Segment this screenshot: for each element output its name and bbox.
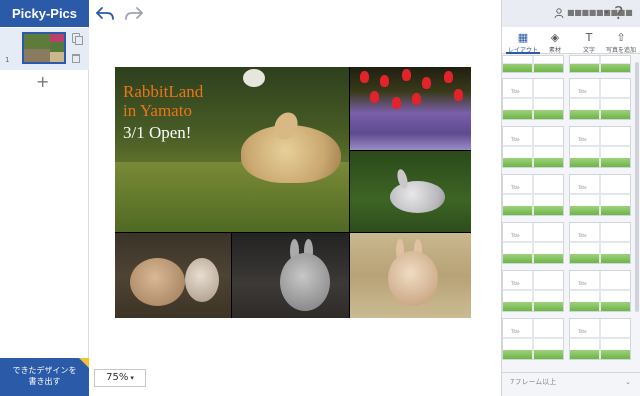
tab-text[interactable]: T 文字 <box>572 27 606 54</box>
tab-add-photo[interactable]: ⇧ 写真を追加 <box>604 27 638 54</box>
upload-icon: ⇧ <box>616 31 626 44</box>
user-icon[interactable] <box>554 8 564 18</box>
headline-line3: 3/1 Open! <box>123 123 192 142</box>
thumb-photo <box>24 49 50 62</box>
layout-template[interactable]: Title <box>569 174 631 216</box>
app-logo: Picky-Pics <box>0 0 89 27</box>
tool-tabs: ▦ レイアウト ◈ 素材 T 文字 ⇧ 写真を追加 <box>502 27 640 54</box>
tulip <box>412 93 421 105</box>
layout-icon: ▦ <box>517 31 529 44</box>
photo-frame-main[interactable]: RabbitLand in Yamato 3/1 Open! <box>115 67 349 232</box>
layout-template[interactable]: Title <box>502 78 564 120</box>
thumb-photo <box>24 34 50 49</box>
layout-template[interactable]: Title <box>502 318 564 360</box>
layout-title-text: Title <box>578 281 587 286</box>
thumb-photo <box>50 52 64 62</box>
tab-label: レイアウト <box>507 47 538 54</box>
text-icon: T <box>585 31 593 44</box>
duplicate-page-icon[interactable] <box>72 33 83 45</box>
layout-template[interactable]: Title <box>569 222 631 264</box>
layout-title-text: Title <box>578 233 587 238</box>
headline-text[interactable]: RabbitLand in Yamato 3/1 Open! <box>123 82 203 142</box>
frames-filter-label: 7フレーム以上 <box>510 378 557 386</box>
thumb-photo <box>50 42 64 52</box>
rabbit-image <box>130 258 185 306</box>
shapes-icon: ◈ <box>550 31 560 44</box>
help-icon[interactable]: ? <box>614 3 624 24</box>
tulip <box>360 71 369 83</box>
layout-title-text: Title <box>511 233 520 238</box>
layout-template[interactable] <box>569 55 631 73</box>
tulip <box>392 97 401 109</box>
export-design-button[interactable]: できたデザインを 書き出す <box>0 358 89 396</box>
layout-title-text: Title <box>578 137 587 142</box>
headline-line1: RabbitLand <box>123 82 204 101</box>
thumb-photo <box>50 34 64 42</box>
export-corner-accent <box>79 358 89 368</box>
layout-template[interactable]: Title <box>569 270 631 312</box>
user-bar: ■■■■■■■■■ ▾ ? <box>502 0 640 27</box>
redo-icon[interactable] <box>124 5 144 21</box>
layout-template[interactable]: Title <box>502 222 564 264</box>
layout-template[interactable] <box>502 55 564 73</box>
rabbit-image <box>185 258 219 302</box>
design-canvas[interactable]: RabbitLand in Yamato 3/1 Open! <box>115 67 471 318</box>
tulip <box>444 71 453 83</box>
headline-line2: in Yamato <box>123 101 192 120</box>
tab-materials[interactable]: ◈ 素材 <box>538 27 572 54</box>
layout-title-text: Title <box>511 137 520 142</box>
right-panel: ■■■■■■■■■ ▾ ? ▦ レイアウト ◈ 素材 T 文字 ⇧ 写真を追加 … <box>501 0 640 396</box>
tulip <box>380 75 389 87</box>
rabbit-image <box>388 251 438 306</box>
layout-title-text: Title <box>578 89 587 94</box>
photo-frame-bottom-left[interactable] <box>115 233 231 318</box>
photo-frame-bottom-middle[interactable] <box>232 233 349 318</box>
tulip <box>454 89 463 101</box>
delete-page-icon[interactable] <box>72 54 80 63</box>
tab-label: 素材 <box>548 47 561 54</box>
tulip <box>370 91 379 103</box>
photo-frame-grass[interactable] <box>350 151 471 232</box>
tab-label: 写真を追加 <box>605 47 636 54</box>
photo-frame-tulips[interactable] <box>350 67 471 150</box>
page-thumbnail[interactable] <box>22 32 66 64</box>
export-label-line1: できたデザインを <box>12 366 77 375</box>
layout-title-text: Title <box>511 329 520 334</box>
add-page-button[interactable]: + <box>36 74 49 90</box>
layout-template[interactable]: Title <box>502 270 564 312</box>
layout-title-text: Title <box>511 281 520 286</box>
zoom-value: 75% <box>106 372 129 383</box>
page-strip: 1 <box>0 28 89 70</box>
layout-title-text: Title <box>511 185 520 190</box>
page-number: 1 <box>5 56 10 64</box>
chevron-down-icon: ⌄ <box>625 378 631 386</box>
layout-title-text: Title <box>578 329 587 334</box>
tab-layout[interactable]: ▦ レイアウト <box>506 27 540 54</box>
tulip <box>422 77 431 89</box>
rabbit-image <box>280 253 330 311</box>
undo-icon[interactable] <box>95 5 115 21</box>
tab-label: 文字 <box>582 47 595 54</box>
left-panel: Picky-Pics 1 + できたデザインを 書き出す <box>0 0 89 396</box>
frames-filter-select[interactable]: 7フレーム以上 ⌄ <box>502 372 640 392</box>
rabbit-image <box>390 181 445 213</box>
layout-list-scrollbar[interactable] <box>635 62 639 312</box>
zoom-select[interactable]: 75% ▾ <box>94 369 146 387</box>
tulip <box>402 69 411 81</box>
chevron-down-icon[interactable]: ▾ <box>605 9 608 16</box>
chevron-down-icon: ▾ <box>130 374 134 382</box>
layout-template[interactable]: Title <box>502 174 564 216</box>
layout-template-list: Title Title Title Title Title Title Titl… <box>502 55 640 373</box>
export-label-line2: 書き出す <box>28 377 61 386</box>
layout-template[interactable]: Title <box>569 126 631 168</box>
layout-template[interactable]: Title <box>569 318 631 360</box>
flower-blossom <box>243 69 265 87</box>
photo-frame-bottom-right[interactable] <box>350 233 471 318</box>
layout-title-text: Title <box>511 89 520 94</box>
layout-template[interactable]: Title <box>569 78 631 120</box>
layout-title-text: Title <box>578 185 587 190</box>
layout-template[interactable]: Title <box>502 126 564 168</box>
